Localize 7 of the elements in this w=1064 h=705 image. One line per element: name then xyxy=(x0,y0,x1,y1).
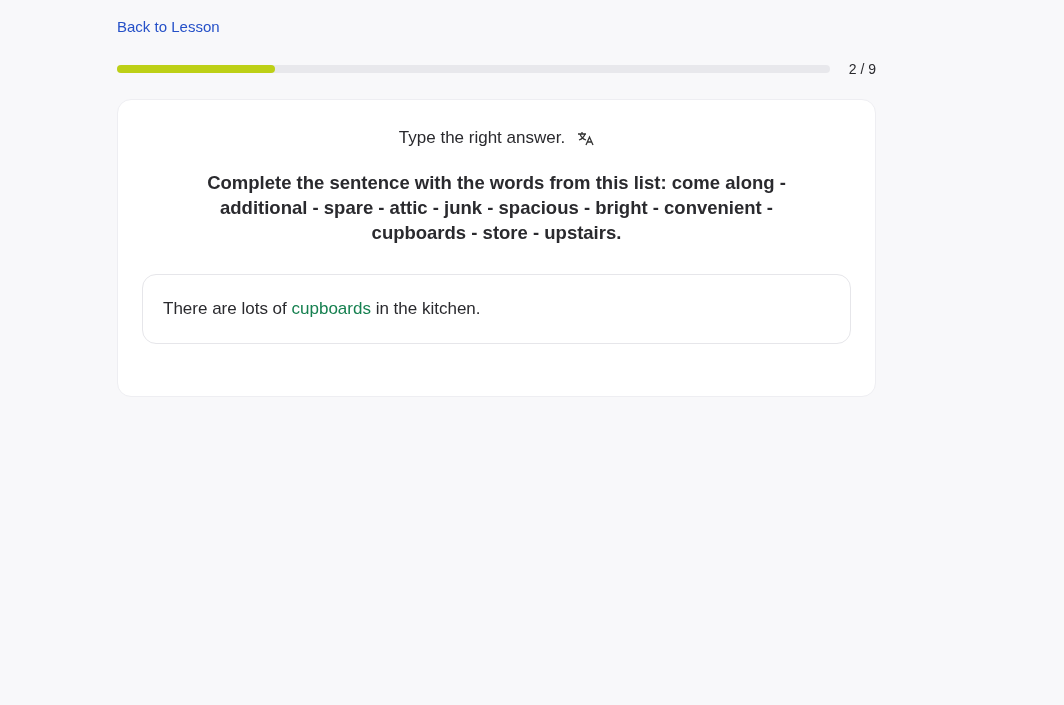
question-text: Complete the sentence with the words from this list: come along - additional - spare - attic - junk - spacious - bright - convenient - cupboards - store - upstairs. xyxy=(206,171,787,245)
instruction-text: Type the right answer. xyxy=(398,128,566,148)
progress-counter: 2 / 9 xyxy=(847,61,876,77)
answer-field[interactable]: cupboards xyxy=(291,299,371,318)
translate-icon[interactable] xyxy=(577,130,595,146)
back-link[interactable]: Back to Lesson xyxy=(117,17,220,37)
answer-sentence: There are lots of cupboards in the kitchen. xyxy=(142,274,851,344)
